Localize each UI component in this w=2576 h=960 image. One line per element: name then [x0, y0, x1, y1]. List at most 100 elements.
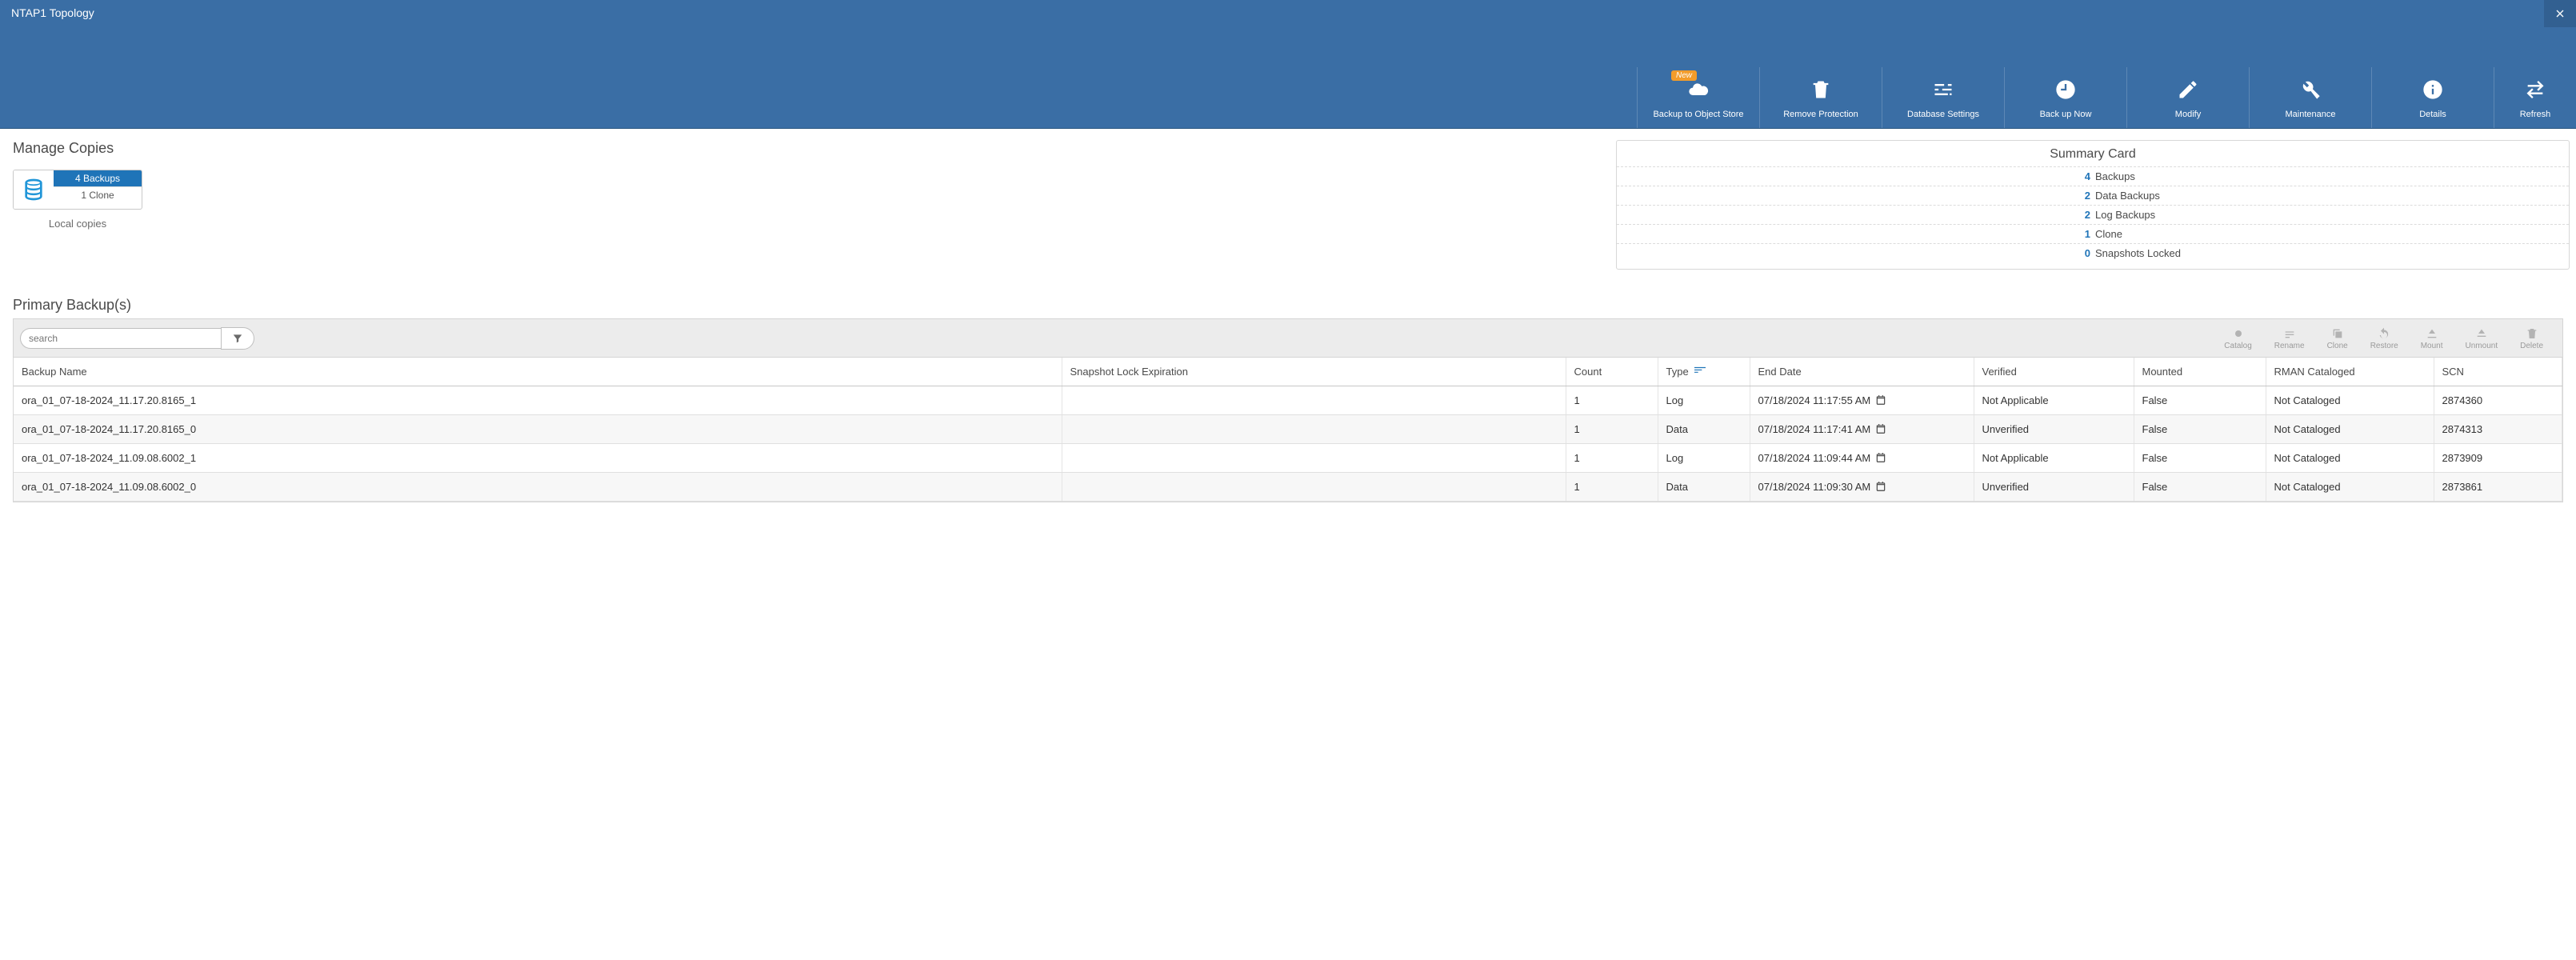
- table-row[interactable]: ora_01_07-18-2024_11.09.08.6002_11Log07/…: [14, 444, 2562, 473]
- refresh-button[interactable]: Refresh: [2494, 67, 2576, 128]
- backup-obj-store-button[interactable]: NewBackup to Object Store: [1637, 67, 1759, 128]
- col-end-date[interactable]: End Date: [1750, 358, 1974, 386]
- summary-count: 1: [1617, 228, 2095, 240]
- database-settings-button[interactable]: Database Settings: [1882, 67, 2004, 128]
- tag-icon: [2224, 326, 2251, 342]
- grid-header-row: Backup Name Snapshot Lock Expiration Cou…: [14, 358, 2562, 386]
- clone-action[interactable]: Clone: [2327, 326, 2348, 350]
- toolbar-label: Details: [2377, 109, 2489, 120]
- catalog-action[interactable]: Catalog: [2224, 326, 2251, 350]
- cell-rman: Not Cataloged: [2266, 473, 2434, 502]
- table-row[interactable]: ora_01_07-18-2024_11.17.20.8165_01Data07…: [14, 415, 2562, 444]
- summary-row[interactable]: 4Backups: [1617, 166, 2569, 186]
- eject-icon: [2466, 326, 2498, 342]
- rename-action[interactable]: Rename: [2274, 326, 2305, 350]
- cell-count: 1: [1566, 386, 1658, 415]
- close-icon: [2554, 7, 2566, 20]
- cell-type: Log: [1658, 386, 1750, 415]
- header-toolbar: NewBackup to Object Store Remove Protecti…: [1637, 48, 2576, 128]
- summary-row[interactable]: 2Log Backups: [1617, 205, 2569, 224]
- col-rman[interactable]: RMAN Cataloged: [2266, 358, 2434, 386]
- cell-count: 1: [1566, 444, 1658, 473]
- cell-end: 07/18/2024 11:17:41 AM: [1750, 415, 1974, 444]
- summary-count: 2: [1617, 209, 2095, 221]
- cell-scn: 2874313: [2434, 415, 2562, 444]
- toolbar-label: Modify: [2132, 109, 2244, 120]
- summary-count: 2: [1617, 190, 2095, 202]
- trash-icon: [2520, 326, 2543, 342]
- close-button[interactable]: [2544, 0, 2576, 27]
- backups-grid: Backup Name Snapshot Lock Expiration Cou…: [13, 358, 2563, 502]
- manage-copies-title: Manage Copies: [13, 140, 142, 157]
- search-input[interactable]: [20, 328, 221, 349]
- cell-lock: [1062, 473, 1566, 502]
- cell-verified: Unverified: [1974, 473, 2134, 502]
- sliders-icon: [1887, 74, 1999, 106]
- action-label: Mount: [2421, 342, 2443, 350]
- cell-end: 07/18/2024 11:09:30 AM: [1750, 473, 1974, 502]
- action-label: Delete: [2520, 342, 2543, 350]
- primary-backups-title: Primary Backup(s): [13, 297, 2563, 314]
- cell-mounted: False: [2134, 386, 2266, 415]
- cell-name: ora_01_07-18-2024_11.17.20.8165_1: [14, 386, 1062, 415]
- toolbar-label: Refresh: [2499, 109, 2571, 120]
- swap-icon: [2499, 74, 2571, 106]
- action-label: Clone: [2327, 342, 2348, 350]
- delete-action[interactable]: Delete: [2520, 326, 2543, 350]
- summary-card-title: Summary Card: [1617, 147, 2569, 166]
- new-badge: New: [1671, 70, 1697, 81]
- summary-label: Data Backups: [2095, 190, 2569, 202]
- summary-row[interactable]: 1Clone: [1617, 224, 2569, 243]
- cell-end: 07/18/2024 11:09:44 AM: [1750, 444, 1974, 473]
- col-scn[interactable]: SCN: [2434, 358, 2562, 386]
- action-label: Unmount: [2466, 342, 2498, 350]
- cell-lock: [1062, 444, 1566, 473]
- cell-type: Data: [1658, 415, 1750, 444]
- action-label: Restore: [2370, 342, 2398, 350]
- summary-count: 0: [1617, 247, 2095, 259]
- info-icon: [2377, 74, 2489, 106]
- mount-action[interactable]: Mount: [2421, 326, 2443, 350]
- backup-now-button[interactable]: Back up Now: [2004, 67, 2126, 128]
- cloud-icon: [1642, 74, 1754, 106]
- backups-chip[interactable]: 4 Backups: [54, 170, 142, 186]
- toolbar-label: Maintenance: [2254, 109, 2366, 120]
- pencil-icon: [2132, 74, 2244, 106]
- local-copies-label: Local copies: [13, 218, 142, 230]
- cell-verified: Not Applicable: [1974, 386, 2134, 415]
- col-backup-name[interactable]: Backup Name: [14, 358, 1062, 386]
- toolbar-label: Remove Protection: [1765, 109, 1877, 120]
- app-title: NTAP1 Topology: [0, 0, 2576, 26]
- clone-chip[interactable]: 1 Clone: [54, 186, 142, 203]
- maintenance-button[interactable]: Maintenance: [2249, 67, 2371, 128]
- details-button[interactable]: Details: [2371, 67, 2494, 128]
- unmount-action[interactable]: Unmount: [2466, 326, 2498, 350]
- clock-icon: [2010, 74, 2122, 106]
- col-lock-exp[interactable]: Snapshot Lock Expiration: [1062, 358, 1566, 386]
- cell-lock: [1062, 415, 1566, 444]
- cell-type: Data: [1658, 473, 1750, 502]
- manage-copies-section: Manage Copies 4 Backups 1 Clone Local co…: [13, 140, 142, 230]
- local-copies-tile[interactable]: 4 Backups 1 Clone Local copies: [13, 170, 142, 230]
- summary-row[interactable]: 2Data Backups: [1617, 186, 2569, 205]
- modify-button[interactable]: Modify: [2126, 67, 2249, 128]
- col-mounted[interactable]: Mounted: [2134, 358, 2266, 386]
- col-type[interactable]: Type: [1658, 358, 1750, 386]
- summary-row[interactable]: 0Snapshots Locked: [1617, 243, 2569, 262]
- table-row[interactable]: ora_01_07-18-2024_11.09.08.6002_01Data07…: [14, 473, 2562, 502]
- table-row[interactable]: ora_01_07-18-2024_11.17.20.8165_11Log07/…: [14, 386, 2562, 415]
- mount-icon: [2421, 326, 2443, 342]
- cell-mounted: False: [2134, 444, 2266, 473]
- col-count[interactable]: Count: [1566, 358, 1658, 386]
- summary-label: Clone: [2095, 228, 2569, 240]
- col-verified[interactable]: Verified: [1974, 358, 2134, 386]
- filter-button[interactable]: [221, 327, 254, 350]
- cell-lock: [1062, 386, 1566, 415]
- copy-icon: [2327, 326, 2348, 342]
- summary-card: Summary Card 4Backups2Data Backups2Log B…: [1616, 140, 2570, 270]
- trash-icon: [1765, 74, 1877, 106]
- primary-toolbar: Catalog Rename Clone Restore Mount Unmount Del…: [13, 318, 2563, 358]
- restore-action[interactable]: Restore: [2370, 326, 2398, 350]
- remove-protection-button[interactable]: Remove Protection: [1759, 67, 1882, 128]
- toolbar-label: Back up Now: [2010, 109, 2122, 120]
